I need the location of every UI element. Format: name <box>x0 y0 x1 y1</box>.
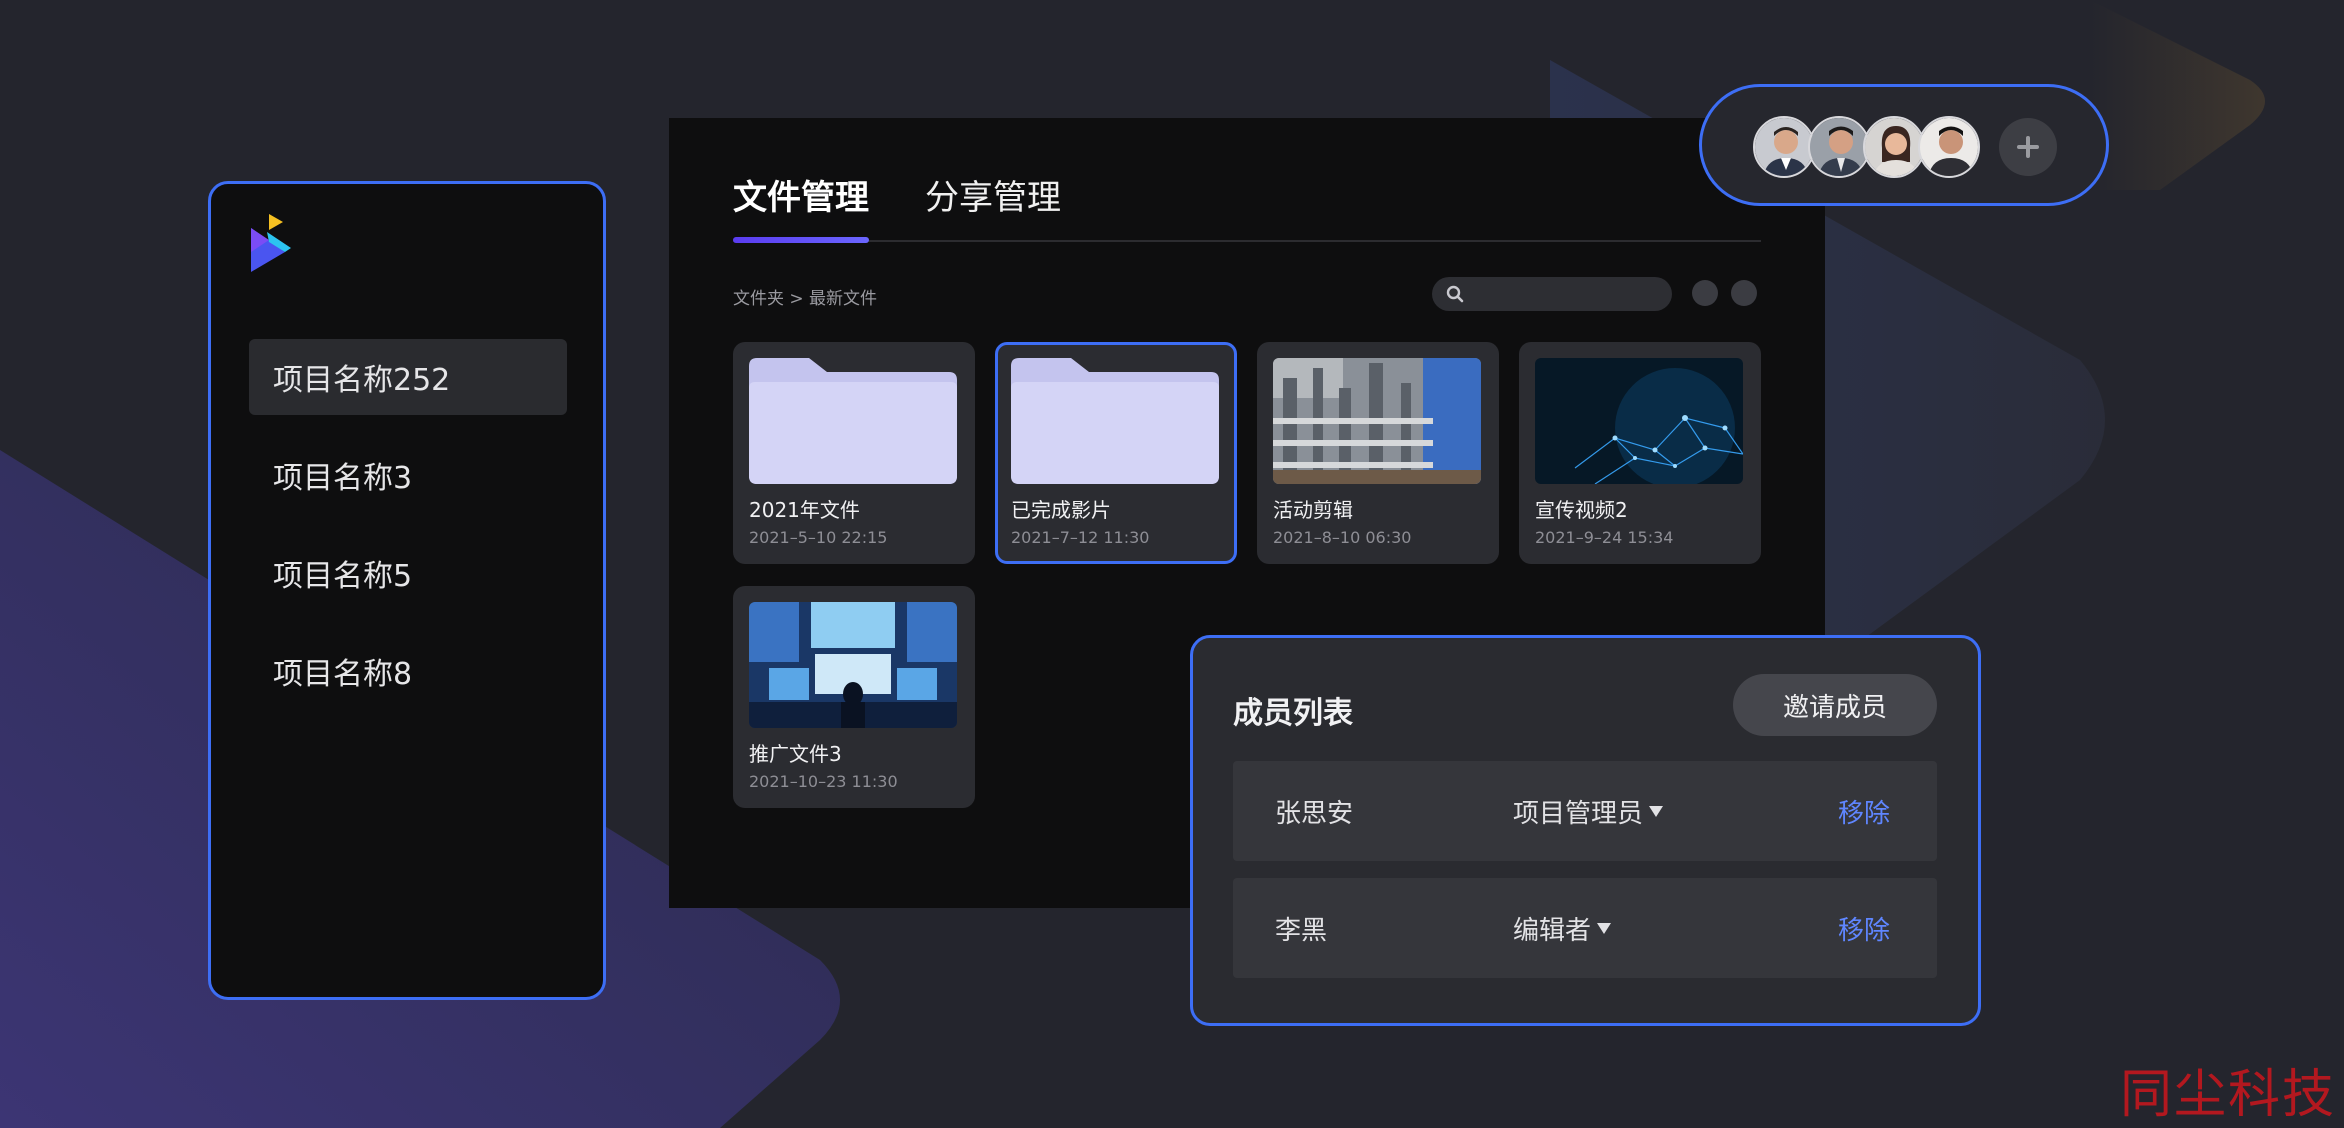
caret-down-icon <box>1597 923 1612 934</box>
invite-member-button[interactable]: 邀请成员 <box>1733 674 1937 736</box>
tab-active-indicator <box>733 237 869 243</box>
file-title: 已完成影片 <box>1011 498 1111 522</box>
sidebar-item-label: 项目名称252 <box>273 363 451 398</box>
tab-share-management[interactable]: 分享管理 <box>925 170 1061 219</box>
sidebar-item-project-5[interactable]: 项目名称5 <box>249 535 567 611</box>
search-icon <box>1446 285 1464 303</box>
file-date: 2021–10–23 11:30 <box>749 772 898 791</box>
folder-icon <box>1011 358 1219 484</box>
file-date: 2021–8–10 06:30 <box>1273 528 1412 547</box>
sidebar-item-label: 项目名称8 <box>273 657 413 692</box>
project-sidebar: 项目名称252 项目名称3 项目名称5 项目名称8 <box>208 181 606 1000</box>
member-row: 李黑 编辑者 移除 <box>1233 878 1937 978</box>
member-list-panel: 成员列表 邀请成员 张思安 项目管理员 移除 李黑 编辑者 移除 <box>1190 635 1981 1026</box>
avatar[interactable] <box>1863 116 1925 178</box>
member-list-title: 成员列表 <box>1233 696 1353 731</box>
avatar[interactable] <box>1918 116 1980 178</box>
file-title: 2021年文件 <box>749 498 860 522</box>
sidebar-item-label: 项目名称5 <box>273 559 413 594</box>
tab-divider <box>733 240 1761 242</box>
member-name: 李黑 <box>1275 916 1328 946</box>
file-date: 2021–7–12 11:30 <box>1011 528 1150 547</box>
sidebar-item-label: 项目名称3 <box>273 461 413 496</box>
file-date: 2021–9–24 15:34 <box>1535 528 1674 547</box>
sidebar-item-project-252[interactable]: 项目名称252 <box>249 339 567 415</box>
avatar[interactable] <box>1753 116 1815 178</box>
sidebar-item-project-8[interactable]: 项目名称8 <box>249 633 567 709</box>
file-card-event-clips[interactable]: 活动剪辑 2021–8–10 06:30 <box>1257 342 1499 564</box>
collaborator-avatars <box>1699 84 2109 206</box>
member-role-label: 项目管理员 <box>1513 799 1644 829</box>
remove-member-link[interactable]: 移除 <box>1838 910 1890 947</box>
member-role-dropdown[interactable]: 编辑者 <box>1513 910 1612 947</box>
member-name: 张思安 <box>1275 799 1354 829</box>
member-role-dropdown[interactable]: 项目管理员 <box>1513 793 1664 830</box>
member-role-label: 编辑者 <box>1513 916 1592 946</box>
avatar[interactable] <box>1808 116 1870 178</box>
file-card-promo-file-3[interactable]: 推广文件3 2021–10–23 11:30 <box>733 586 975 808</box>
search-box[interactable] <box>1432 277 1672 311</box>
more-options-button[interactable] <box>1731 280 1757 306</box>
watermark-text: 同尘科技 <box>2120 1065 2337 1125</box>
search-input[interactable] <box>1472 281 1662 307</box>
add-member-button[interactable] <box>1999 118 2057 176</box>
plus-icon <box>2017 136 2039 158</box>
folder-icon <box>749 358 957 484</box>
remove-member-link[interactable]: 移除 <box>1838 793 1890 830</box>
file-card-completed-films[interactable]: 已完成影片 2021–7–12 11:30 <box>995 342 1237 564</box>
file-title: 宣传视频2 <box>1535 498 1628 522</box>
file-date: 2021–5–10 22:15 <box>749 528 888 547</box>
screens-thumbnail <box>749 602 957 728</box>
file-card-2021[interactable]: 2021年文件 2021–5–10 22:15 <box>733 342 975 564</box>
breadcrumb[interactable]: 文件夹 > 最新文件 <box>733 284 877 309</box>
building-thumbnail <box>1273 358 1481 484</box>
sidebar-item-project-3[interactable]: 项目名称3 <box>249 437 567 513</box>
file-title: 推广文件3 <box>749 742 842 766</box>
view-toggle-button[interactable] <box>1692 280 1718 306</box>
app-logo-icon <box>251 214 291 272</box>
tab-file-management[interactable]: 文件管理 <box>733 170 869 219</box>
caret-down-icon <box>1649 806 1664 817</box>
file-card-promo-video-2[interactable]: 宣传视频2 2021–9–24 15:34 <box>1519 342 1761 564</box>
file-title: 活动剪辑 <box>1273 498 1353 522</box>
network-thumbnail <box>1535 358 1743 484</box>
member-row: 张思安 项目管理员 移除 <box>1233 761 1937 861</box>
